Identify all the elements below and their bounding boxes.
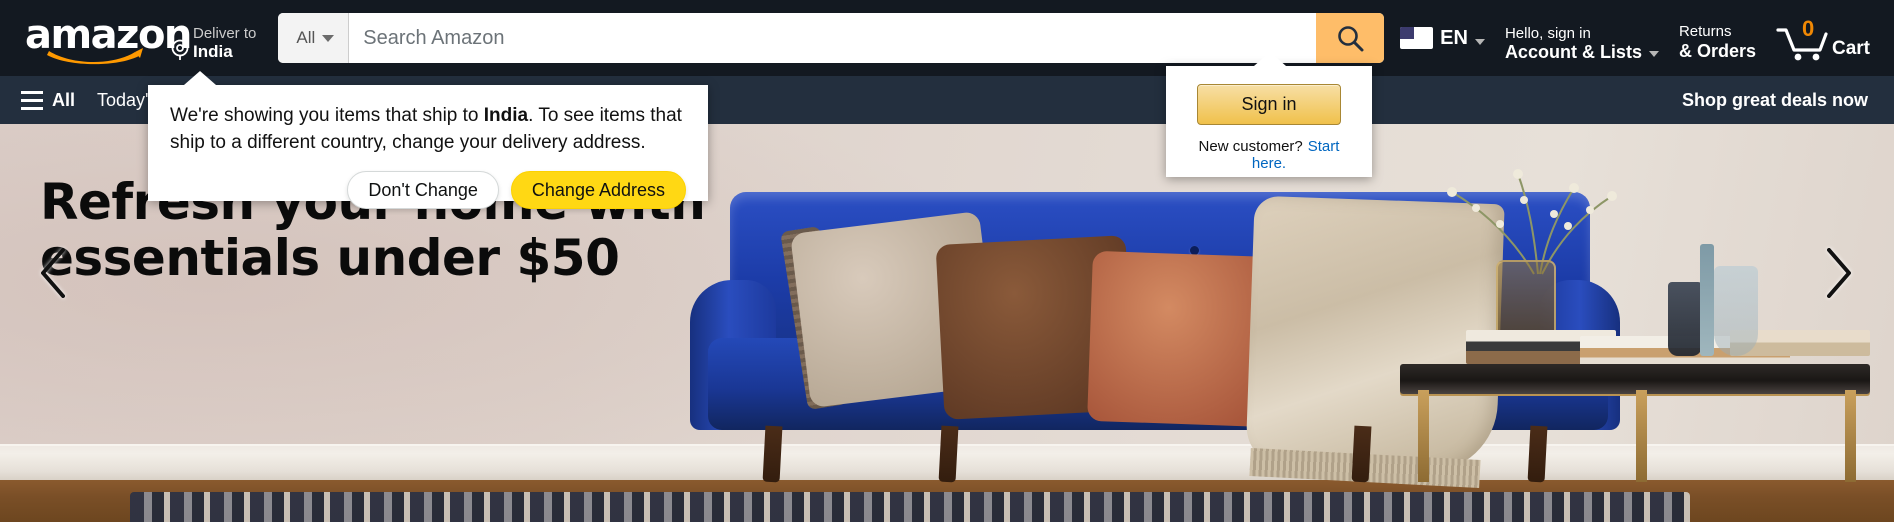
chevron-right-icon [1821, 246, 1855, 300]
amazon-homepage: amazon Deliver to India All Search Amazo… [0, 0, 1894, 522]
carousel-prev-button[interactable] [24, 242, 84, 304]
popover-arrow [1254, 52, 1286, 66]
clear-glass-vessel [1714, 266, 1758, 356]
message-country: India [483, 105, 529, 126]
language-selector[interactable]: EN [1390, 9, 1495, 67]
returns-label: Returns [1678, 23, 1732, 40]
table-surface [1400, 364, 1870, 394]
us-flag-icon [1400, 27, 1434, 49]
deliver-to-country: India [193, 42, 233, 62]
chevron-left-icon [37, 246, 71, 300]
delivery-address-actions: Don't Change Change Address [170, 170, 686, 209]
message-text-before: We're showing you items that ship to [170, 105, 484, 126]
search-category-label: All [296, 28, 316, 47]
deliver-to-label: Deliver to [193, 25, 257, 43]
language-code: EN [1440, 26, 1468, 49]
account-and-lists-button[interactable]: Hello, sign in Account & Lists [1495, 9, 1669, 67]
search-bar: All [278, 13, 1385, 63]
hamburger-menu-icon [21, 90, 43, 110]
hero-headline-line2: essentials under $50 [40, 229, 620, 287]
search-input[interactable] [349, 13, 1317, 63]
hero-rug [130, 492, 1690, 522]
carousel-next-button[interactable] [1808, 242, 1868, 304]
search-submit-button[interactable] [1316, 13, 1385, 63]
search-category-dropdown[interactable]: All [278, 13, 350, 63]
dont-change-button[interactable]: Don't Change [347, 170, 499, 209]
account-greeting: Hello, sign in [1504, 25, 1591, 43]
dark-glass-vessel [1668, 282, 1702, 356]
new-customer-label: New customer? [1198, 138, 1303, 155]
returns-and-orders-button[interactable]: Returns & Orders [1669, 9, 1766, 67]
cart-button[interactable]: 0 Cart [1766, 9, 1880, 67]
popover-arrow [184, 71, 216, 85]
search-icon [1335, 23, 1365, 53]
cart-item-count: 0 [1801, 16, 1815, 41]
account-lists-label: Account & Lists [1504, 41, 1642, 62]
shopping-cart-icon: 0 [1776, 16, 1830, 62]
tall-glass-object [1700, 244, 1714, 356]
subnav-promo-link[interactable]: Shop great deals now [1682, 90, 1884, 111]
sign-in-button[interactable]: Sign in [1197, 84, 1341, 125]
amazon-smile-icon [47, 45, 143, 65]
chevron-down-icon [322, 34, 335, 42]
amazon-logo[interactable]: amazon [14, 9, 192, 67]
hero-coffee-table [1400, 169, 1870, 482]
sign-in-popover: Sign in New customer? Start here. [1166, 52, 1372, 177]
change-address-button[interactable]: Change Address [510, 170, 686, 209]
delivery-address-popover: We're showing you items that ship to Ind… [148, 71, 708, 209]
orders-label: & Orders [1678, 41, 1756, 61]
top-navigation-bar: amazon Deliver to India All Search Amazo… [0, 0, 1894, 76]
chevron-down-icon [1474, 38, 1485, 45]
all-menu-label: All [52, 89, 76, 110]
cart-label: Cart [1831, 38, 1870, 59]
new-customer-row: New customer? Start here. [1186, 138, 1352, 172]
chevron-down-icon [1648, 51, 1659, 58]
delivery-address-message: We're showing you items that ship to Ind… [170, 103, 686, 157]
sidebar-menu-all-button[interactable]: All [10, 82, 86, 118]
